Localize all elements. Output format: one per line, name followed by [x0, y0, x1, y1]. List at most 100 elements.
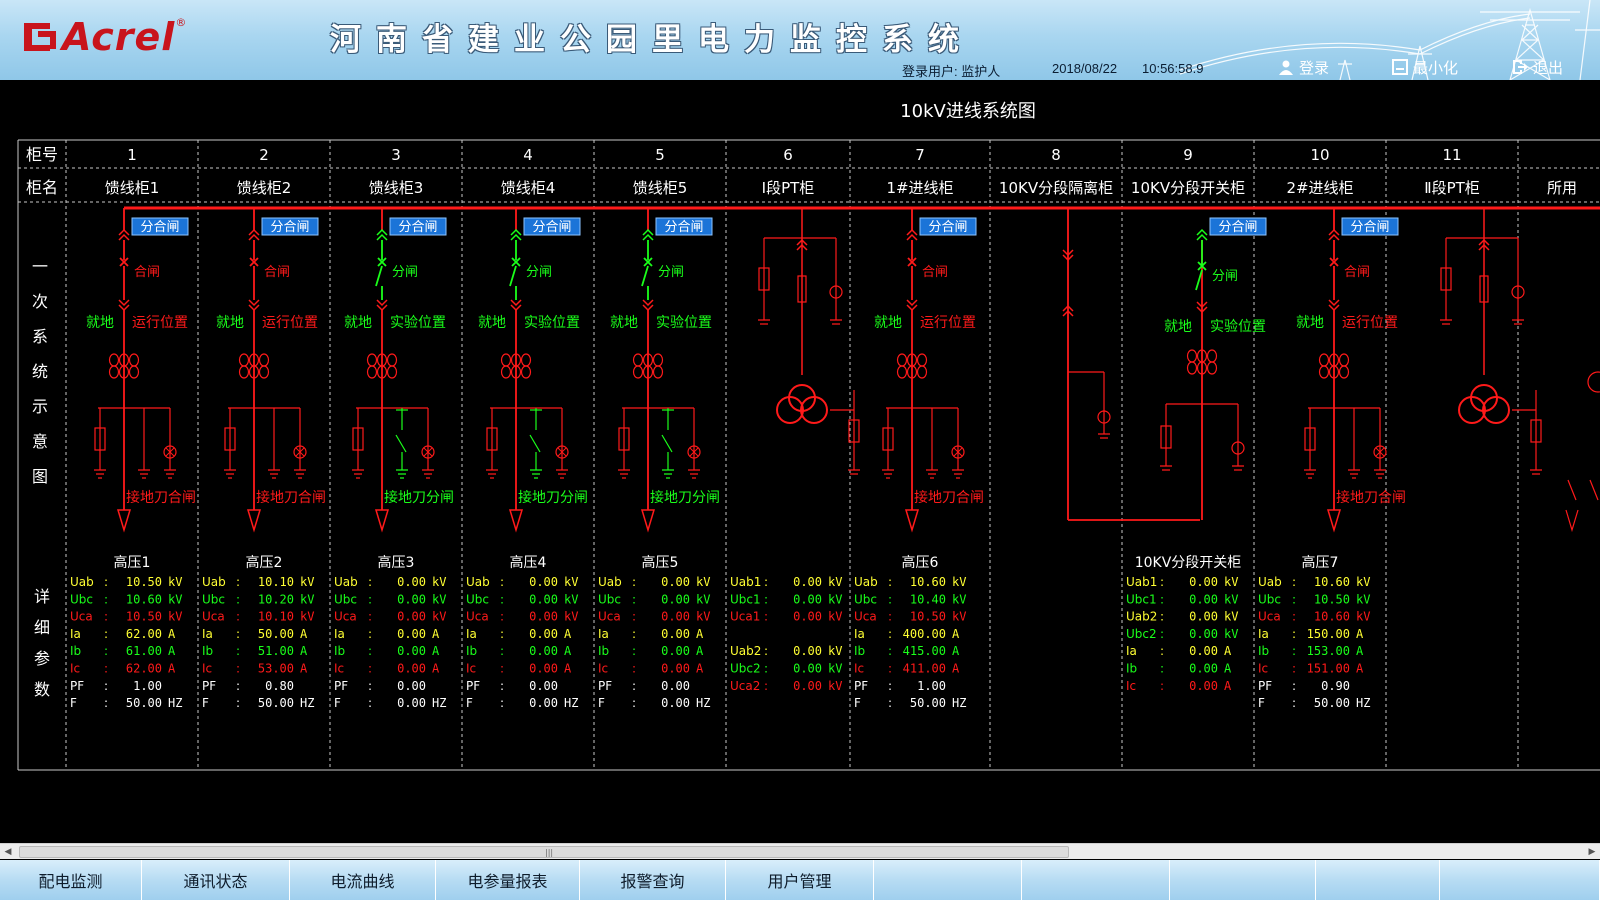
cabinet-schematic-3: 分合闸分闸就地 实验位置接地刀分闸: [344, 208, 454, 533]
current-transformer-icon: [1206, 361, 1218, 375]
current-transformer-icon: [108, 353, 120, 367]
scroll-left-arrow[interactable]: ◀: [0, 844, 16, 860]
param-colon: :: [236, 627, 240, 641]
meter-name: 高压2: [246, 554, 283, 571]
switch-button[interactable]: 分合闸: [1209, 217, 1267, 236]
exit-button[interactable]: 退出: [1512, 57, 1563, 77]
acrel-logo: Acrel ®: [22, 12, 186, 62]
row-label-primary-char: 一: [32, 257, 48, 276]
param-unit: A: [696, 662, 704, 676]
param-name: Uca: [70, 610, 93, 624]
param-unit: kV: [564, 592, 578, 606]
login-button[interactable]: 登录: [1278, 57, 1329, 77]
param-colon: :: [632, 627, 636, 641]
param-value: 61.00: [126, 644, 162, 658]
current-transformer-icon: [238, 353, 250, 367]
param-unit: A: [1224, 644, 1232, 658]
param-colon: :: [236, 592, 240, 606]
current-transformer-icon: [916, 365, 928, 379]
nav-item-empty[interactable]: [1440, 860, 1600, 900]
nav-item-empty[interactable]: [874, 860, 1022, 900]
nav-item-1[interactable]: 配电监测: [0, 860, 142, 900]
scroll-right-arrow[interactable]: ▶: [1584, 844, 1600, 860]
param-colon: :: [888, 679, 892, 693]
nav-item-5[interactable]: 报警查询: [580, 860, 726, 900]
breaker-blade: [375, 265, 383, 287]
nav-item-3[interactable]: 电流曲线: [290, 860, 436, 900]
ground-icon: [952, 469, 964, 479]
param-unit: HZ: [564, 696, 578, 710]
plug-contact-icon: [1196, 228, 1208, 241]
row-label-details-char: 参: [34, 649, 50, 668]
param-name: Ic: [598, 662, 608, 676]
switch-button[interactable]: 分合闸: [655, 217, 713, 236]
nav-item-empty[interactable]: [1022, 860, 1170, 900]
nav-item-empty[interactable]: [1316, 860, 1440, 900]
scrollbar-thumb[interactable]: |||: [19, 846, 1069, 858]
local-mode-label: 就地: [344, 315, 372, 331]
param-unit: A: [1356, 644, 1364, 658]
param-name: Ubc: [466, 592, 489, 606]
nav-item-4[interactable]: 电参量报表: [436, 860, 580, 900]
horizontal-scrollbar[interactable]: ◀ ||| ▶: [0, 843, 1600, 859]
param-value: 10.50: [910, 610, 946, 624]
breaker-state-label: 合闸: [1344, 265, 1370, 280]
param-unit: kV: [1224, 610, 1238, 624]
param-unit: kV: [952, 575, 966, 589]
earth-switch-label: 接地刀合闸: [256, 489, 326, 506]
param-row: PF: 0.00: [598, 679, 690, 693]
param-row: PF: 0.00: [466, 679, 558, 693]
param-name: Ia: [466, 627, 477, 641]
param-name: Ubc1: [730, 592, 761, 606]
param-value: 0.00: [397, 575, 426, 589]
nav-item-empty[interactable]: [1170, 860, 1316, 900]
meter-name: 高压7: [1302, 554, 1339, 571]
switch-button[interactable]: 分合闸: [389, 217, 447, 236]
cabinet-name: 馈线柜2: [237, 179, 292, 197]
minimize-button-label: 最小化: [1413, 58, 1459, 77]
param-value: 10.50: [126, 575, 162, 589]
param-colon: :: [1160, 592, 1164, 606]
switch-button[interactable]: 分合闸: [523, 217, 581, 236]
param-row: F: 50.00 HZ: [202, 696, 314, 710]
cabinet-schematic-7: 分合闸合闸就地 运行位置接地刀合闸: [874, 208, 984, 533]
param-value: 1.00: [133, 679, 162, 693]
nav-item-2[interactable]: 通讯状态: [142, 860, 290, 900]
minimize-button[interactable]: 最小化: [1392, 57, 1458, 77]
nav-item-6[interactable]: 用户管理: [726, 860, 874, 900]
param-row: PF: 1.00: [854, 679, 946, 693]
param-value: 151.00: [1307, 662, 1350, 676]
param-value: 0.00: [397, 679, 426, 693]
param-unit: A: [1356, 662, 1364, 676]
param-name: Uab: [598, 575, 622, 589]
param-value: 0.00: [661, 679, 690, 693]
param-colon: :: [236, 679, 240, 693]
param-value: 153.00: [1307, 644, 1350, 658]
switch-button[interactable]: 分合闸: [261, 217, 319, 236]
param-colon: :: [888, 592, 892, 606]
plug-contact-icon: [906, 228, 918, 241]
cabinet-schematic-9: 分合闸分闸就地 实验位置: [1160, 217, 1267, 520]
switch-button[interactable]: 分合闸: [131, 217, 189, 236]
param-colon: :: [1160, 679, 1164, 693]
plug-contact-icon: [642, 228, 654, 241]
param-row: Ic: 53.00 A: [202, 662, 308, 676]
param-value: 10.50: [126, 610, 162, 624]
cart-position-label: 实验位置: [1210, 319, 1266, 335]
plug-contact-icon: [118, 228, 130, 241]
param-colon: :: [104, 679, 108, 693]
switch-button[interactable]: 分合闸: [1341, 217, 1399, 236]
param-colon: :: [632, 696, 636, 710]
param-value: 411.00: [903, 662, 946, 676]
param-value: 10.10: [258, 610, 294, 624]
param-row: Uab: 10.60 kV: [854, 575, 966, 589]
param-name: Ib: [1258, 644, 1269, 658]
cable-terminal-icon: [246, 509, 262, 533]
switch-button[interactable]: 分合闸: [919, 217, 977, 236]
plug-contact-icon: [642, 299, 654, 312]
meter-name: 高压1: [114, 554, 151, 571]
local-mode-label: 就地: [610, 315, 638, 331]
ground-icon: [556, 469, 568, 479]
cabinet-schematic-4: 分合闸分闸就地 实验位置接地刀分闸: [478, 208, 588, 533]
param-row: Ia: 0.00 A: [466, 627, 572, 641]
